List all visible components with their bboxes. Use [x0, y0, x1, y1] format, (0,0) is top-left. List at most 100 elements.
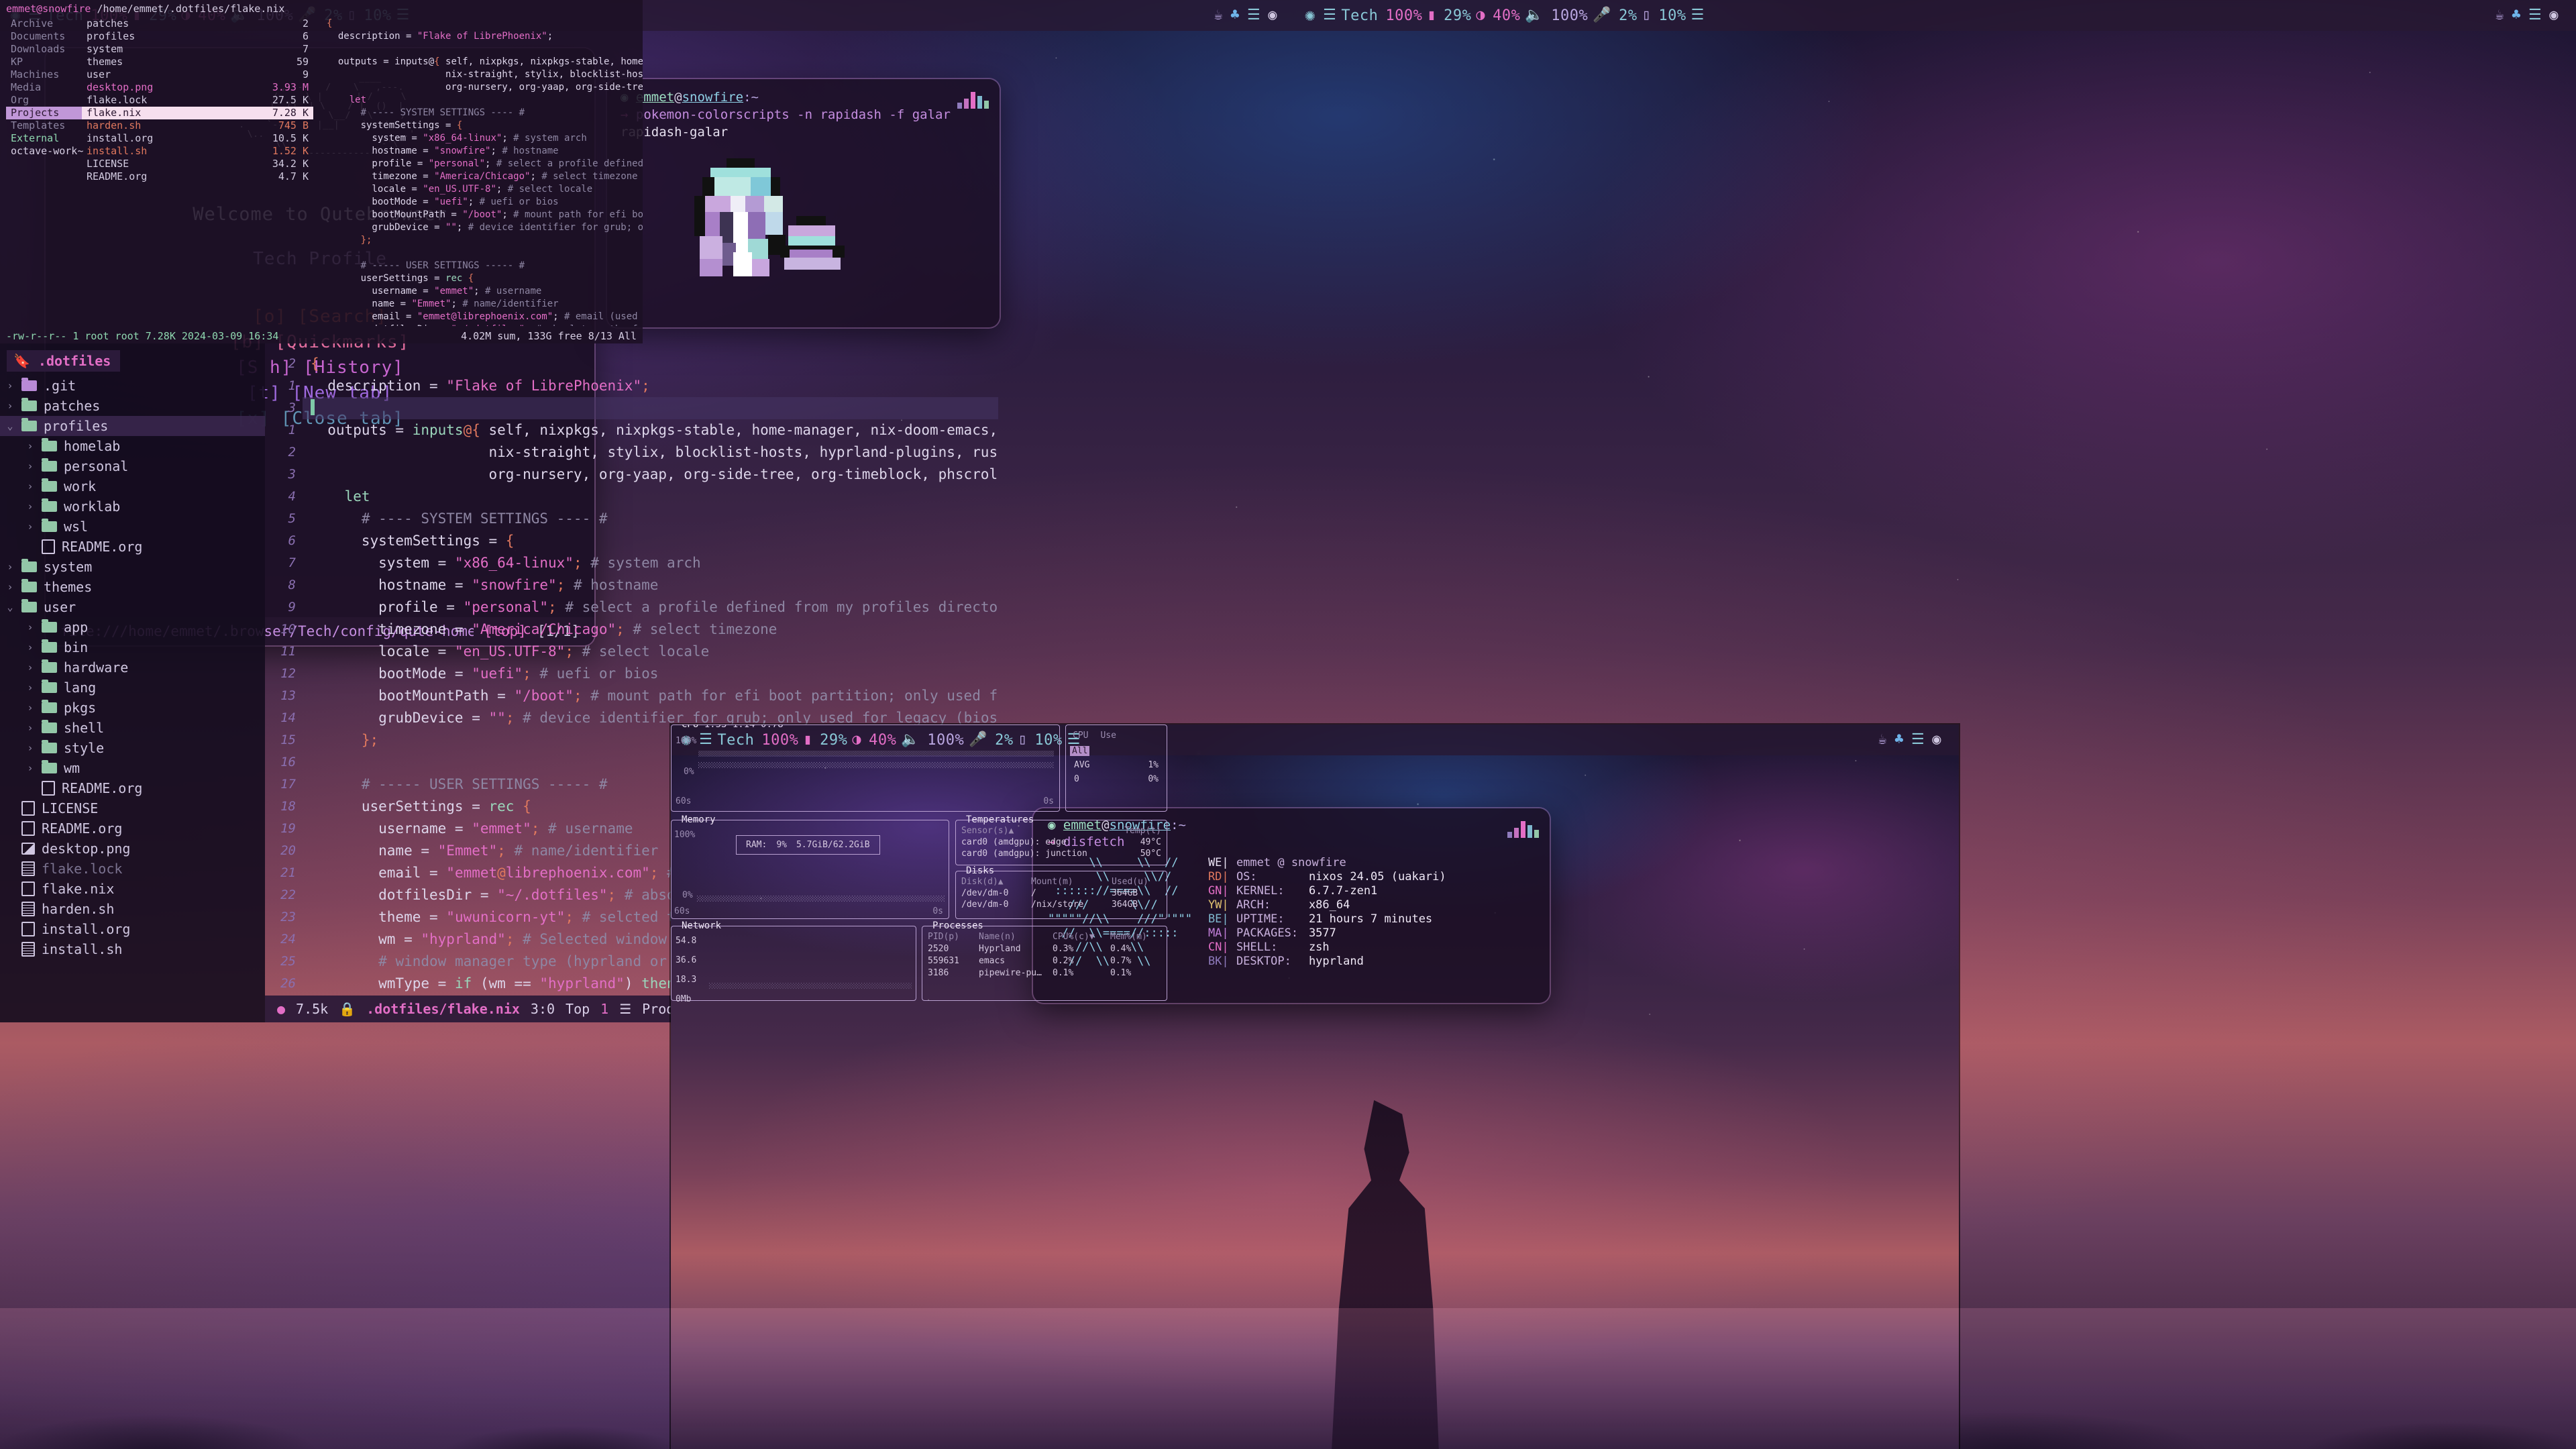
- nixos-snowflake-icon[interactable]: ✺: [1305, 7, 1316, 24]
- microphone-module[interactable]: 100% 🎤: [1551, 7, 1611, 24]
- code-line[interactable]: org-nursery, org-yaap, org-side-tree, or…: [303, 464, 999, 486]
- chevron-icon[interactable]: ›: [25, 440, 35, 452]
- treemacs-item[interactable]: LICENSE: [0, 798, 265, 818]
- table-row[interactable]: user 9: [82, 68, 313, 81]
- list-item[interactable]: Downloads: [6, 43, 82, 56]
- column-header-disk[interactable]: Disk(d)▲: [961, 877, 1024, 887]
- treemacs-item[interactable]: › worklab: [0, 496, 265, 517]
- cpu-panel[interactable]: CPU 1.53 1.14 0.78 100% 0% 60s 0s ▒▒▒▒▒▒…: [671, 724, 1060, 812]
- cpu-usage-panel[interactable]: CPU Use All AVG 1% 0 0%: [1065, 724, 1167, 812]
- chevron-icon[interactable]: ›: [25, 661, 35, 674]
- list-item[interactable]: External: [6, 132, 82, 145]
- table-row[interactable]: /dev/dm-0 / 364GB: [956, 887, 1167, 898]
- table-row[interactable]: patches 2: [82, 17, 313, 30]
- treemacs-item[interactable]: › system: [0, 557, 265, 577]
- treemacs-item[interactable]: flake.nix: [0, 879, 265, 899]
- battery-module[interactable]: 100% ▮: [1385, 7, 1436, 24]
- chevron-icon[interactable]: ›: [25, 641, 35, 653]
- treemacs-item[interactable]: › themes: [0, 577, 265, 597]
- code-line[interactable]: let: [303, 486, 998, 508]
- table-row-selected[interactable]: flake.nix 7.28 K: [82, 107, 313, 119]
- treemacs-item[interactable]: README.org: [0, 537, 265, 557]
- table-row[interactable]: README.org 4.7 K: [82, 170, 313, 183]
- code-line[interactable]: # ---- SYSTEM SETTINGS ---- #: [303, 508, 998, 530]
- chevron-icon[interactable]: ›: [25, 460, 35, 472]
- code-line[interactable]: nix-straight, stylix, blocklist-hosts, h…: [303, 441, 999, 464]
- chevron-icon[interactable]: ›: [25, 500, 35, 513]
- treemacs-item[interactable]: › patches: [0, 396, 265, 416]
- treemacs-item[interactable]: README.org: [0, 818, 265, 839]
- treemacs-item[interactable]: flake.lock: [0, 859, 265, 879]
- code-line[interactable]: locale = "en_US.UTF-8"; # select locale: [303, 641, 998, 663]
- list-item[interactable]: Templates: [6, 119, 82, 132]
- treemacs-item[interactable]: install.sh: [0, 939, 265, 959]
- treemacs-item[interactable]: › app: [0, 617, 265, 637]
- table-row[interactable]: harden.sh 745 B: [82, 119, 313, 132]
- table-row[interactable]: 0 0%: [1070, 774, 1163, 784]
- treemacs-item[interactable]: › bin: [0, 637, 265, 657]
- code-line[interactable]: hostname = "snowfire"; # hostname: [303, 574, 998, 596]
- treemacs-item[interactable]: › homelab: [0, 436, 265, 456]
- list-item[interactable]: octave-work~: [6, 145, 83, 158]
- network-panel[interactable]: Network 54.8 36.6 18.3 0Mb ░░░░░░░░░░░░░…: [671, 920, 916, 1004]
- code-line[interactable]: bootMountPath = "/boot"; # mount path fo…: [303, 685, 998, 707]
- disc-icon[interactable]: ◉: [1932, 733, 1941, 747]
- treemacs-item[interactable]: › work: [0, 476, 265, 496]
- column-header-temp[interactable]: Temp(t): [1124, 826, 1161, 836]
- table-row[interactable]: card0 (amdgpu): junction 50°C: [956, 847, 1167, 859]
- chevron-icon[interactable]: ›: [25, 762, 35, 774]
- bluetooth-icon[interactable]: ♣: [1894, 733, 1904, 747]
- table-row[interactable]: AVG 1%: [1070, 760, 1163, 770]
- treemacs-item[interactable]: › .git: [0, 376, 265, 396]
- code-line[interactable]: systemSettings = {: [303, 530, 998, 552]
- code-line[interactable]: [303, 397, 998, 419]
- chevron-icon[interactable]: ›: [5, 561, 15, 573]
- list-item[interactable]: Documents: [6, 30, 82, 43]
- volume-module[interactable]: 40% 🔈: [1493, 7, 1544, 24]
- treemacs-item[interactable]: › style: [0, 738, 265, 758]
- column-header-cpu[interactable]: CPU%(c)▼: [1053, 932, 1104, 942]
- list-item[interactable]: Media: [6, 81, 82, 94]
- treemacs-item[interactable]: harden.sh: [0, 899, 265, 919]
- column-header-mem[interactable]: Mem%(m): [1110, 932, 1147, 942]
- treemacs-item[interactable]: desktop.png: [0, 839, 265, 859]
- taskbar-item[interactable]: ☰ Tech: [1323, 7, 1378, 24]
- code-line[interactable]: bootMode = "uefi"; # uefi or bios: [303, 663, 998, 685]
- treemacs-item[interactable]: ⌄ profiles: [0, 416, 265, 436]
- disc-icon[interactable]: ◉: [2549, 8, 2559, 23]
- emacs-treemacs-sidebar[interactable]: 🔖 .dotfiles › .git › patches ⌄ profiles › homel…: [0, 343, 265, 1022]
- bluetooth-icon[interactable]: ♣: [2512, 8, 2521, 23]
- column-header-used[interactable]: Used(u): [1112, 877, 1148, 887]
- chevron-icon[interactable]: ›: [25, 521, 35, 533]
- chevron-icon[interactable]: ›: [25, 480, 35, 492]
- table-row[interactable]: flake.lock 27.5 K: [82, 94, 313, 107]
- treemacs-item[interactable]: › personal: [0, 456, 265, 476]
- table-row[interactable]: All: [1070, 746, 1163, 756]
- pokemon-terminal-window[interactable]: ◉ emmet@snowfire:~ → pokemon-colorscript…: [607, 79, 1000, 327]
- list-item[interactable]: Org: [6, 94, 82, 107]
- memory-module[interactable]: 2% ▯: [1619, 7, 1651, 24]
- chevron-icon[interactable]: ›: [25, 702, 35, 714]
- network-signal-icon[interactable]: ☰: [1911, 733, 1925, 747]
- table-row[interactable]: LICENSE 34.2 K: [82, 158, 313, 170]
- chevron-icon[interactable]: ›: [5, 400, 15, 412]
- table-row[interactable]: 559631 emacs 0.2% 0.7%: [922, 954, 1167, 966]
- treemacs-item[interactable]: › hardware: [0, 657, 265, 678]
- table-row[interactable]: system 7: [82, 43, 313, 56]
- column-header-name[interactable]: Name(n): [979, 932, 1046, 942]
- treemacs-item[interactable]: › wsl: [0, 517, 265, 537]
- list-item[interactable]: Machines: [6, 68, 82, 81]
- table-row[interactable]: themes 59: [82, 56, 313, 68]
- treemacs-item[interactable]: ⌄ user: [0, 597, 265, 617]
- ranger-parent-column[interactable]: Archive Documents Downloads KP Machines …: [0, 17, 83, 326]
- column-header-mount[interactable]: Mount(m): [1031, 877, 1105, 887]
- chevron-icon[interactable]: ›: [5, 581, 15, 593]
- disks-panel[interactable]: Disks Disk(d)▲ Mount(m) Used(u) /dev/dm-…: [955, 865, 1167, 919]
- processes-panel[interactable]: Processes PID(p) Name(n) CPU%(c)▼ Mem%(m…: [922, 920, 1167, 1001]
- network-signal-icon[interactable]: ☰: [1247, 8, 1260, 23]
- coffee-off-icon[interactable]: ☕: [1214, 8, 1224, 23]
- table-row[interactable]: install.sh 1.52 K: [82, 145, 313, 158]
- table-row[interactable]: profiles 6: [82, 30, 313, 43]
- chevron-icon[interactable]: ⌄: [5, 420, 15, 432]
- treemacs-item[interactable]: README.org: [0, 778, 265, 798]
